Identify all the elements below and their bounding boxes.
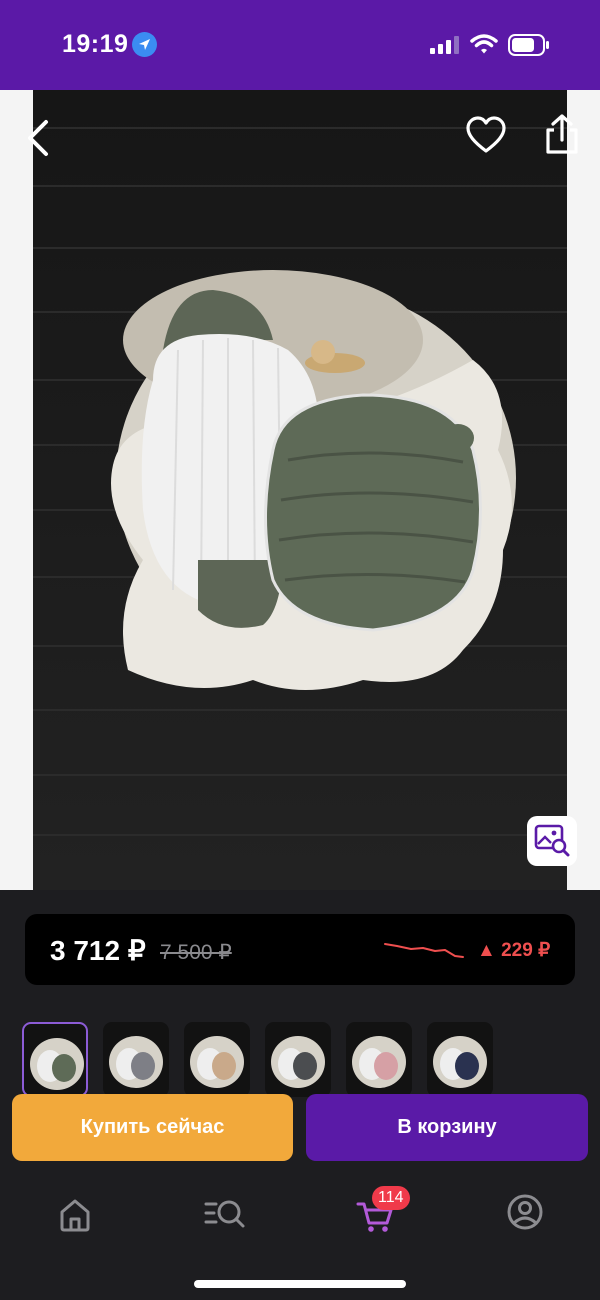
variant-thumbnail[interactable] [427, 1022, 493, 1097]
variant-thumbnail[interactable] [184, 1022, 250, 1097]
variant-thumbnail[interactable] [265, 1022, 331, 1097]
home-indicator [194, 1280, 406, 1288]
variant-thumbnail[interactable] [22, 1022, 88, 1097]
share-icon [546, 114, 578, 154]
favorite-button[interactable] [464, 114, 508, 158]
profile-icon [507, 1194, 543, 1230]
battery-icon [508, 34, 549, 56]
tab-profile[interactable] [500, 1190, 550, 1236]
price-current: 3 712 ₽ [50, 935, 146, 966]
variant-thumbnail[interactable] [346, 1022, 412, 1097]
status-bar: 19:19 [0, 0, 600, 90]
product-photo[interactable] [33, 90, 567, 890]
visual-search-button[interactable] [527, 816, 577, 866]
tab-catalog[interactable] [200, 1190, 250, 1236]
wifi-icon [470, 34, 498, 54]
product-gallery[interactable] [0, 90, 600, 890]
price-card[interactable]: 3 712 ₽ 7 500 ₽ ▲ 229 ₽ [25, 914, 575, 985]
share-button[interactable] [540, 112, 584, 156]
tab-home[interactable] [50, 1190, 100, 1236]
home-icon [60, 1199, 90, 1232]
add-to-cart-button[interactable]: В корзину [306, 1094, 588, 1161]
cellular-signal-icon [430, 36, 459, 54]
cart-badge: 114 [372, 1186, 410, 1210]
price-old: 7 500 ₽ [160, 941, 232, 964]
price-history-sparkline [384, 943, 464, 958]
variant-thumbnail[interactable] [103, 1022, 169, 1097]
buy-now-button[interactable]: Купить сейчас [12, 1094, 293, 1161]
status-time: 19:19 [62, 30, 129, 58]
location-arrow-icon [132, 32, 157, 57]
chevron-left-icon [28, 120, 48, 156]
price-change: ▲ 229 ₽ [477, 940, 551, 961]
image-search-icon [534, 824, 570, 857]
back-button[interactable] [20, 118, 60, 158]
heart-icon [466, 116, 506, 153]
catalog-search-icon [204, 1200, 245, 1228]
